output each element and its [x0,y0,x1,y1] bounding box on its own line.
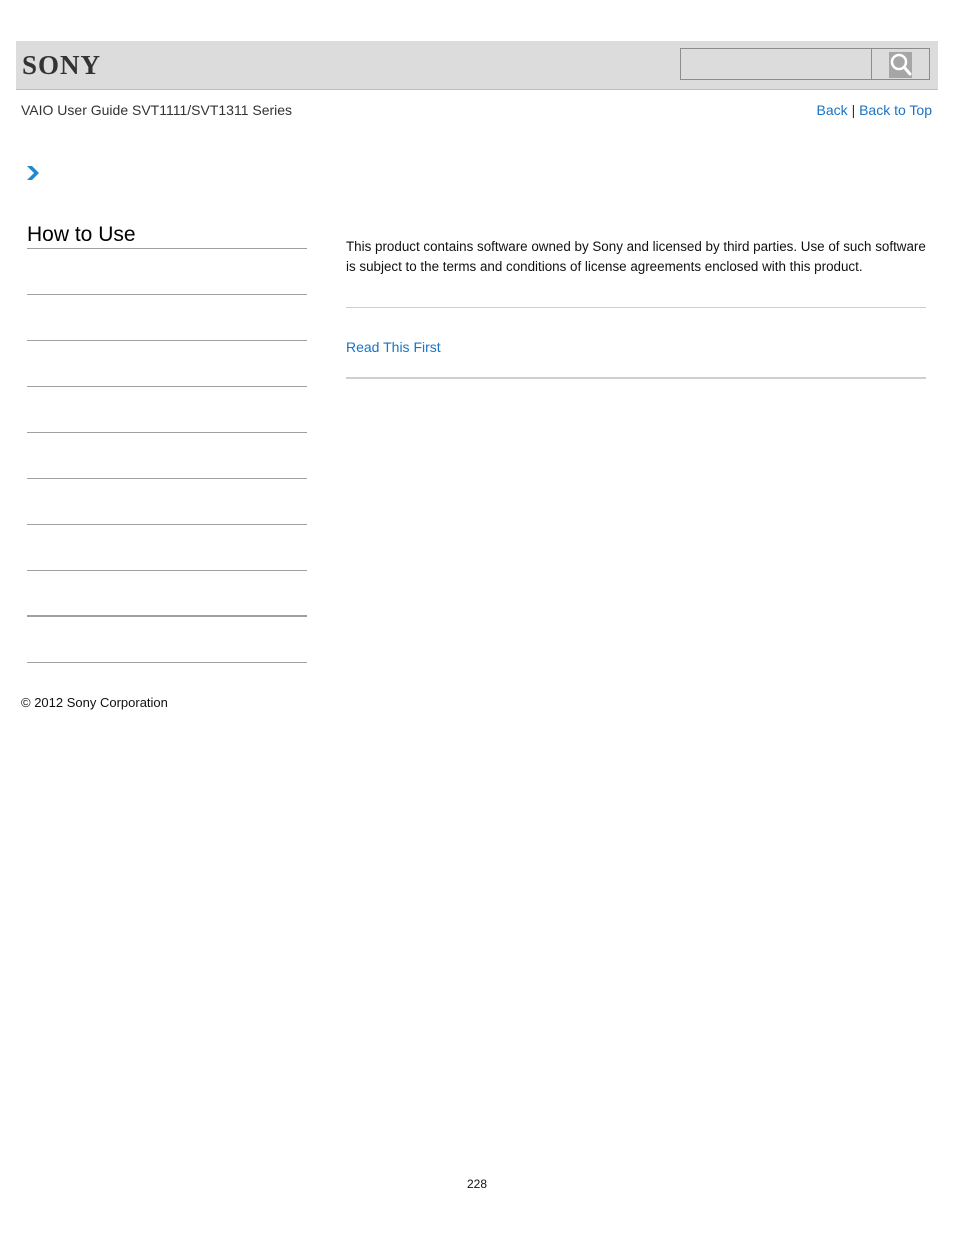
main-content: This product contains software owned by … [346,237,926,379]
breadcrumb[interactable] [26,165,40,186]
search-box [680,48,930,80]
chevron-right-icon [27,166,39,180]
sidebar-item[interactable] [27,617,307,663]
sidebar-item[interactable] [27,479,307,525]
page-number: 228 [466,1177,488,1191]
guide-title: VAIO User Guide SVT1111/SVT1311 Series [21,102,293,118]
header-bar: SONY [16,41,938,90]
sidebar: How to Use [27,222,307,663]
copyright: © 2012 Sony Corporation [21,695,168,710]
sidebar-title: How to Use [27,222,307,249]
divider [346,377,926,379]
back-to-top-link[interactable]: Back to Top [859,102,932,118]
read-this-first-link[interactable]: Read This First [346,339,926,355]
sidebar-item[interactable] [27,571,307,617]
sidebar-item[interactable] [27,525,307,571]
link-separator: | [851,102,856,118]
sidebar-item[interactable] [27,249,307,295]
sidebar-item[interactable] [27,341,307,387]
top-links: Back | Back to Top [817,102,932,118]
search-button[interactable] [872,49,929,79]
sidebar-item[interactable] [27,433,307,479]
sidebar-item[interactable] [27,295,307,341]
body-text: This product contains software owned by … [346,239,926,274]
divider [346,307,926,308]
magnifier-icon [889,52,912,78]
sony-logo[interactable]: SONY [22,52,101,79]
sidebar-item[interactable] [27,387,307,433]
search-input[interactable] [681,49,872,79]
back-link[interactable]: Back [817,102,848,118]
